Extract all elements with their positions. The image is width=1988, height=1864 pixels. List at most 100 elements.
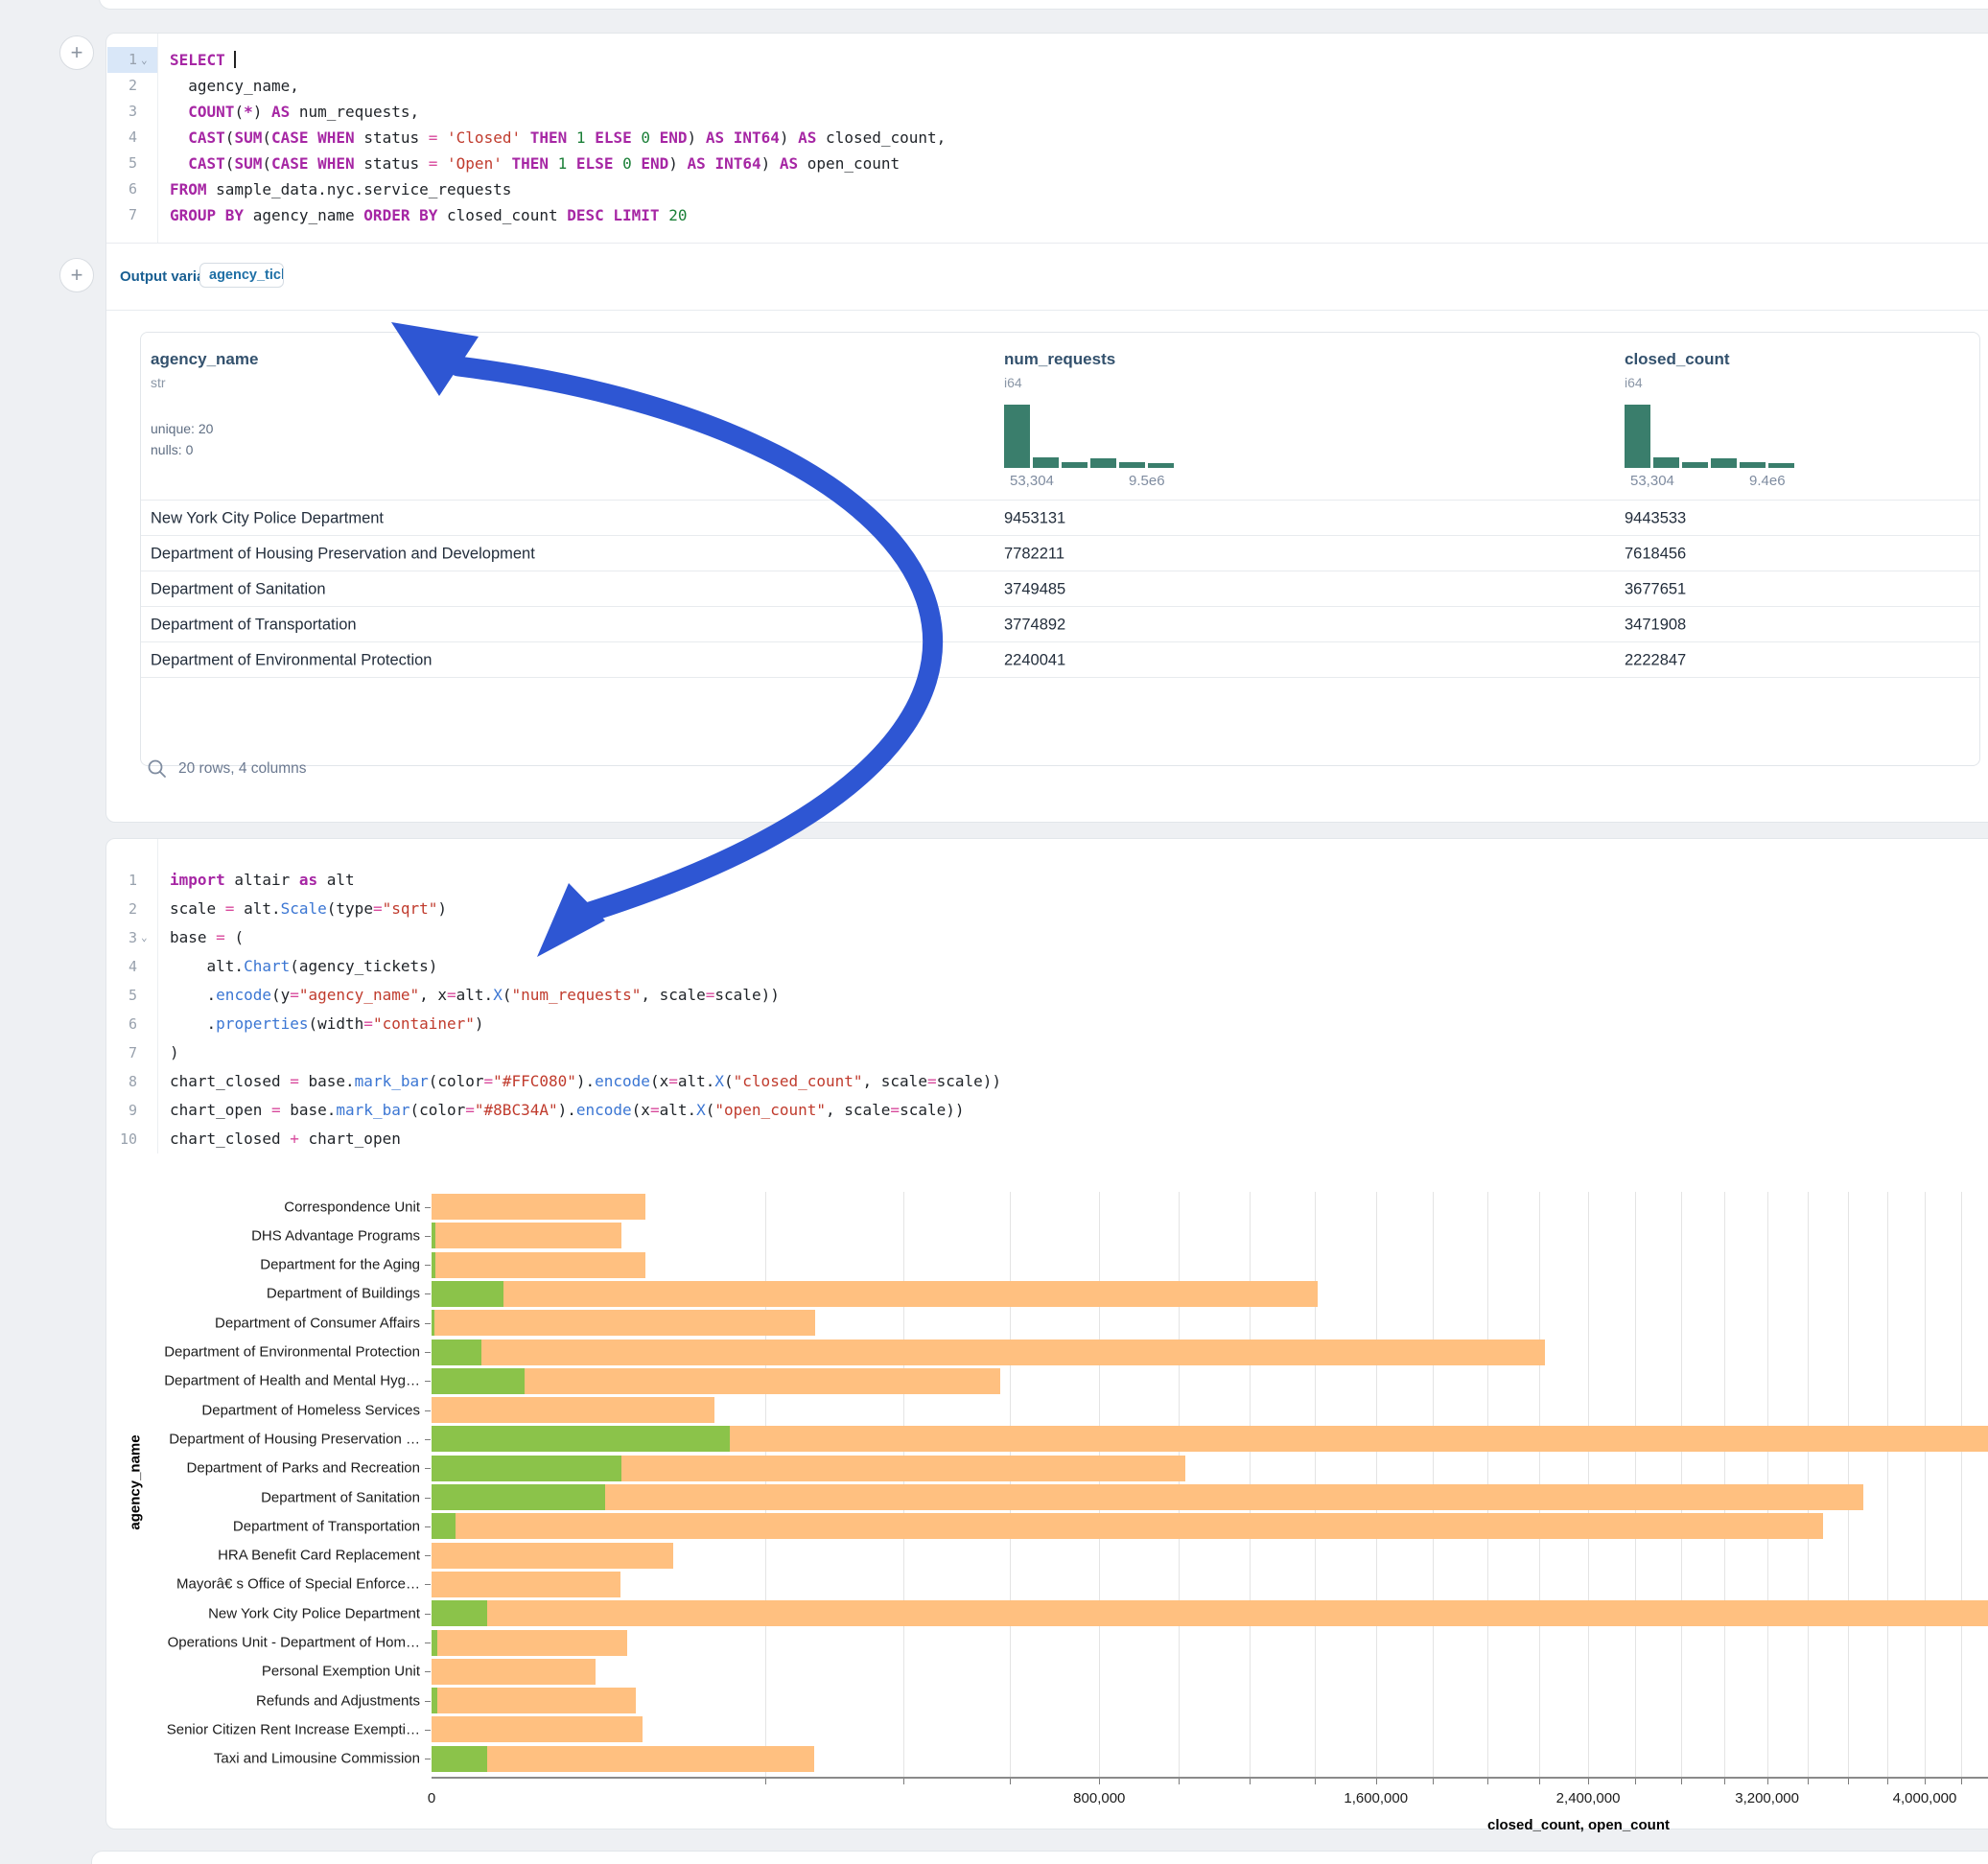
search-icon[interactable] [147,758,168,780]
cell-agency-name: Department of Sanitation [151,580,326,598]
y-axis-label: Mayorâ€ s Office of Special Enforce… [106,1576,420,1593]
closed-count-bar[interactable] [432,1397,714,1423]
code-line[interactable]: 7GROUP BY agency_name ORDER BY closed_co… [106,202,1988,228]
closed-count-bar[interactable] [432,1572,620,1597]
open-count-bar[interactable] [432,1484,605,1510]
open-count-bar[interactable] [432,1426,730,1452]
result-table[interactable]: agency_namestrunique: 20nulls: 0num_requ… [140,332,1980,766]
code-line[interactable]: 3⌄base = ( [106,923,1988,952]
code-line[interactable]: 3 COUNT(*) AS num_requests, [106,99,1988,125]
code-line[interactable]: 4 alt.Chart(agency_tickets) [106,952,1988,981]
closed-count-bar[interactable] [432,1543,673,1569]
line-number: 5 [106,981,137,1010]
line-number: 7 [106,202,137,228]
histogram-max-label: 9.4e6 [1749,473,1786,489]
table-row[interactable]: New York City Police Department945313194… [141,500,1979,536]
chart-band [432,1688,1988,1713]
code-line[interactable]: 10chart_closed + chart_open [106,1125,1988,1153]
closed-count-bar[interactable] [432,1716,643,1742]
y-axis-label: Department of Health and Mental Hyg… [106,1373,420,1389]
closed-count-bar[interactable] [432,1484,1863,1510]
code-line[interactable]: 6FROM sample_data.nyc.service_requests [106,176,1988,202]
closed-count-bar[interactable] [432,1340,1545,1365]
closed-count-bar[interactable] [432,1746,814,1772]
open-count-bar[interactable] [432,1310,434,1336]
open-count-bar[interactable] [432,1630,437,1656]
code-line[interactable]: 1import altair as alt [106,866,1988,895]
line-number: 10 [106,1125,137,1153]
table-row[interactable]: Department of Sanitation37494853677651 [141,571,1979,607]
column-header[interactable]: closed_count [1625,350,1730,369]
column-header[interactable]: agency_name [151,350,258,369]
closed-count-bar[interactable] [432,1281,1318,1307]
y-axis-label: Senior Citizen Rent Increase Exempti… [106,1721,420,1737]
output-variable-pill[interactable]: agency_tickets [199,263,284,288]
chart-band [432,1659,1988,1685]
closed-count-bar[interactable] [432,1688,636,1713]
open-count-bar[interactable] [432,1688,437,1713]
open-count-bar[interactable] [432,1513,456,1539]
column-stat: nulls: 0 [151,442,193,457]
closed-count-bar[interactable] [432,1659,596,1685]
code-line[interactable]: 5 .encode(y="agency_name", x=alt.X("num_… [106,981,1988,1010]
cell-value: 7782211 [1004,545,1064,563]
fold-chevron-icon[interactable]: ⌄ [141,923,148,952]
closed-count-bar[interactable] [432,1252,645,1278]
code-line[interactable]: 2scale = alt.Scale(type="sqrt") [106,895,1988,923]
x-axis-tick-label: 4,000,000 [1893,1790,1957,1806]
code-line[interactable]: 5 CAST(SUM(CASE WHEN status = 'Open' THE… [106,151,1988,176]
cell-value: 3471908 [1625,616,1686,634]
cell-agency-name: Department of Housing Preservation and D… [151,545,535,563]
code-line[interactable]: 2 agency_name, [106,73,1988,99]
chart-band [432,1572,1988,1597]
x-axis-tick-label: 0 [428,1790,435,1806]
line-number: 3 [106,99,137,125]
table-row[interactable]: Department of Transportation377489234719… [141,606,1979,642]
open-count-bar[interactable] [432,1223,435,1248]
code-line[interactable]: 1⌄SELECT [106,47,1988,73]
closed-count-bar[interactable] [432,1600,1988,1626]
open-count-bar[interactable] [432,1281,503,1307]
line-number: 1 [106,47,137,73]
chart-band [432,1281,1988,1307]
open-count-bar[interactable] [432,1252,435,1278]
open-count-bar[interactable] [432,1600,487,1626]
closed-count-bar[interactable] [432,1513,1823,1539]
open-count-bar[interactable] [432,1746,487,1772]
x-axis-tick-label: 3,200,000 [1735,1790,1799,1806]
table-row[interactable]: Department of Housing Preservation and D… [141,535,1979,571]
python-editor[interactable]: 1import altair as alt2scale = alt.Scale(… [106,866,1988,1153]
line-number: 9 [106,1096,137,1125]
cell-agency-name: Department of Transportation [151,616,357,634]
code-text: CAST(SUM(CASE WHEN status = 'Open' THEN … [170,151,900,176]
open-count-bar[interactable] [432,1456,621,1481]
y-axis-label: New York City Police Department [106,1605,420,1621]
chart-band [432,1340,1988,1365]
y-axis-label: Operations Unit - Department of Hom… [106,1635,420,1651]
altair-chart: Correspondence UnitDHS Advantage Program… [106,1178,1988,1830]
chart-band [432,1456,1988,1481]
code-line[interactable]: 8chart_closed = base.mark_bar(color="#FF… [106,1067,1988,1096]
closed-count-bar[interactable] [432,1223,621,1248]
code-line[interactable]: 4 CAST(SUM(CASE WHEN status = 'Closed' T… [106,125,1988,151]
y-axis-label: Department of Parks and Recreation [106,1460,420,1477]
closed-count-bar[interactable] [432,1630,627,1656]
table-row[interactable]: Department of Environmental Protection22… [141,641,1979,678]
closed-count-bar[interactable] [432,1310,815,1336]
next-cell-remnant [91,1851,1988,1864]
code-line[interactable]: 9chart_open = base.mark_bar(color="#8BC3… [106,1096,1988,1125]
code-line[interactable]: 7) [106,1038,1988,1067]
open-count-bar[interactable] [432,1340,481,1365]
y-axis-label: Department for the Aging [106,1257,420,1273]
y-axis-label: Refunds and Adjustments [106,1692,420,1709]
sql-editor[interactable]: 1⌄SELECT 2 agency_name,3 COUNT(*) AS num… [106,47,1988,262]
column-header[interactable]: num_requests [1004,350,1115,369]
code-line[interactable]: 6 .properties(width="container") [106,1010,1988,1038]
y-axis-title: agency_name [128,1434,144,1529]
open-count-bar[interactable] [432,1368,525,1394]
fold-chevron-icon[interactable]: ⌄ [141,47,148,73]
closed-count-bar[interactable] [432,1194,645,1220]
add-cell-button[interactable]: + [59,35,94,70]
x-axis-line [432,1777,1988,1779]
add-cell-button[interactable]: + [59,258,94,292]
